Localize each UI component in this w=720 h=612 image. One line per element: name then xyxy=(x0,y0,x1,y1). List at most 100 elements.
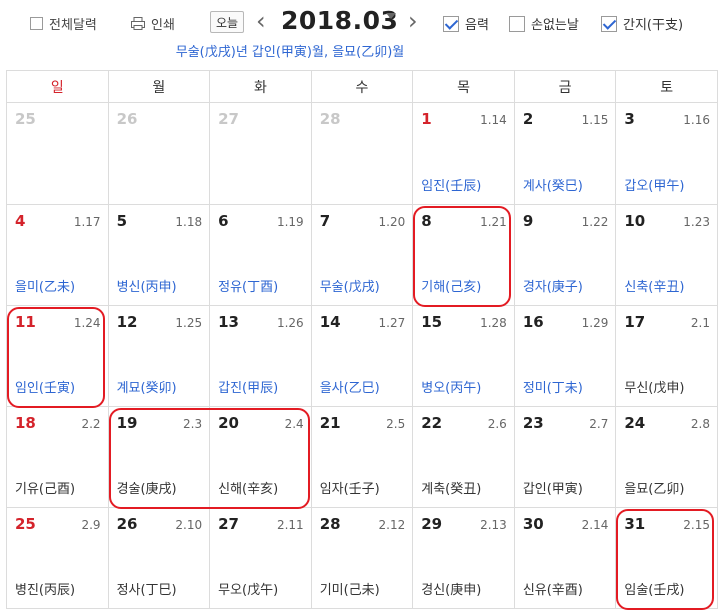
lunar-checkbox[interactable] xyxy=(443,15,459,32)
day-cell[interactable]: 5 1.18 병신(丙申) xyxy=(107,204,211,306)
day-cell[interactable]: 27 xyxy=(209,102,312,205)
day-cell[interactable]: 19 2.3 경술(庚戌) xyxy=(107,406,310,509)
day-number: 10 xyxy=(624,212,646,230)
lunar-date: 2.6 xyxy=(487,417,507,431)
print-label: 인쇄 xyxy=(151,18,175,33)
calendar-toolbar: 전체달력 인쇄 오늘 ‹ 2018.03 › 음력 손없는날 간지(干支) 무술… xyxy=(0,0,720,70)
ganji-day-label: 계축(癸丑) xyxy=(421,482,482,497)
day-number: 25 xyxy=(15,110,36,128)
day-number: 15 xyxy=(421,313,443,331)
no-loss-day-label: 손없는날 xyxy=(531,18,579,33)
lunar-date: 2.1 xyxy=(690,316,710,330)
day-cell[interactable]: 3 1.16 갑오(甲午) xyxy=(615,102,718,205)
day-cell[interactable]: 9 1.22 경자(庚子) xyxy=(513,204,617,306)
prev-month-icon[interactable]: ‹ xyxy=(256,9,266,33)
day-number: 24 xyxy=(624,414,646,432)
ganji-day-label: 병신(丙申) xyxy=(116,280,177,295)
day-number: 4 xyxy=(15,212,26,230)
ganji-day-label: 경술(庚戌) xyxy=(116,482,177,497)
day-cell[interactable]: 27 2.11 무오(戊午) xyxy=(209,507,312,609)
lunar-date: 1.27 xyxy=(378,316,406,330)
day-number: 20 xyxy=(218,414,239,432)
day-number: 1 xyxy=(421,110,432,128)
full-calendar-toggle[interactable]: 전체달력 xyxy=(30,14,97,33)
day-cell[interactable]: 22 2.6 계축(癸丑) xyxy=(412,406,515,508)
day-cell[interactable]: 11 1.24 임인(壬寅) xyxy=(6,305,109,408)
day-cell[interactable]: 28 2.12 기미(己未) xyxy=(310,507,414,609)
lunar-date: 1.29 xyxy=(581,316,609,330)
day-cell[interactable]: 21 2.5 임자(壬子) xyxy=(310,406,414,508)
lunar-date: 1.23 xyxy=(683,215,710,229)
lunar-label: 음력 xyxy=(465,18,489,33)
lunar-date: 1.24 xyxy=(73,316,101,330)
next-month-icon[interactable]: › xyxy=(408,9,418,33)
month-dropdown-icon[interactable] xyxy=(386,13,396,19)
day-number: 26 xyxy=(116,515,138,533)
day-cell[interactable]: 20 2.4 신해(辛亥) xyxy=(209,406,312,508)
day-cell[interactable]: 6 1.19 정유(丁酉) xyxy=(209,204,312,306)
full-calendar-checkbox[interactable] xyxy=(30,17,43,30)
ganji-day-label: 정미(丁未) xyxy=(522,381,583,396)
ganji-day-label: 신유(辛酉) xyxy=(522,583,583,598)
day-cell[interactable]: 4 1.17 을미(乙未) xyxy=(6,204,109,306)
day-cell[interactable]: 8 1.21 기해(己亥) xyxy=(412,204,515,307)
day-cell[interactable]: 13 1.26 갑진(甲辰) xyxy=(209,305,312,407)
day-number: 16 xyxy=(522,313,544,331)
ganji-checkbox[interactable] xyxy=(601,15,617,32)
day-cell[interactable]: 18 2.2 기유(己酉) xyxy=(6,406,109,508)
week-row: 25 2.9 병진(丙辰) 26 2.10 정사(丁巳) 27 2.11 무오(戊午) 28 2.1… xyxy=(6,507,718,610)
lunar-date: 1.16 xyxy=(683,113,710,127)
day-cell[interactable]: 17 2.1 무신(戊申) xyxy=(615,305,718,407)
lunar-date: 1.15 xyxy=(581,113,609,127)
lunar-date: 1.17 xyxy=(73,215,101,229)
weekday-header: 금 xyxy=(513,70,617,103)
ganji-day-label: 계묘(癸卯) xyxy=(116,381,177,396)
today-button[interactable]: 오늘 xyxy=(210,11,244,33)
day-number: 26 xyxy=(116,110,138,128)
print-button[interactable]: 인쇄 xyxy=(131,14,175,33)
lunar-date: 2.4 xyxy=(284,417,304,431)
lunar-date: 1.26 xyxy=(276,316,304,330)
ganji-day-label: 계사(癸巳) xyxy=(522,179,583,194)
day-cell[interactable]: 7 1.20 무술(戊戌) xyxy=(310,204,414,306)
ganji-day-label: 신해(辛亥) xyxy=(218,482,279,497)
ganji-summary-text: 무술(戊戌)년 갑인(甲寅)월, 을묘(乙卯)월 xyxy=(175,45,405,60)
day-number: 31 xyxy=(624,515,646,533)
day-cell[interactable]: 16 1.29 정미(丁未) xyxy=(513,305,617,407)
day-cell[interactable]: 25 2.9 병진(丙辰) xyxy=(6,507,109,609)
day-number: 18 xyxy=(15,414,36,432)
day-cell[interactable]: 29 2.13 경신(庚申) xyxy=(412,507,515,609)
day-cell[interactable]: 26 2.10 정사(丁巳) xyxy=(107,507,211,609)
day-cell[interactable]: 14 1.27 을사(乙巳) xyxy=(310,305,414,407)
lunar-option[interactable]: 음력 xyxy=(443,14,489,33)
day-cell[interactable]: 28 xyxy=(310,102,414,205)
lunar-date: 2.14 xyxy=(581,518,609,532)
ganji-option[interactable]: 간지(干支) xyxy=(601,14,683,33)
weekday-header-row: 일 월 화 수 목 금 토 xyxy=(6,70,718,103)
day-cell[interactable]: 25 xyxy=(6,102,109,205)
day-cell[interactable]: 1 1.14 임진(壬辰) xyxy=(412,102,515,205)
day-number: 30 xyxy=(522,515,544,533)
day-cell[interactable]: 10 1.23 신축(辛丑) xyxy=(615,204,718,306)
no-loss-day-option[interactable]: 손없는날 xyxy=(509,14,579,33)
month-title[interactable]: 2018.03 xyxy=(281,6,398,35)
day-number: 3 xyxy=(624,110,635,128)
no-loss-day-checkbox[interactable] xyxy=(509,15,525,32)
weekday-header: 토 xyxy=(615,70,718,103)
day-number: 28 xyxy=(319,110,341,128)
day-number: 27 xyxy=(218,515,239,533)
week-row: 25 26 27 28 1 1.14 임진(壬辰) 2 1.15 계사(癸巳) 3 1.16 갑오(甲午… xyxy=(6,102,718,205)
day-cell[interactable]: 15 1.28 병오(丙午) xyxy=(412,305,515,407)
day-number: 17 xyxy=(624,313,646,331)
ganji-day-label: 경자(庚子) xyxy=(522,280,583,295)
day-cell[interactable]: 24 2.8 을묘(乙卯) xyxy=(615,406,718,508)
day-number: 7 xyxy=(319,212,331,230)
day-cell[interactable]: 31 2.15 임술(壬戌) xyxy=(615,507,718,610)
day-cell[interactable]: 26 xyxy=(107,102,211,205)
day-cell[interactable]: 12 1.25 계묘(癸卯) xyxy=(107,305,211,407)
day-cell[interactable]: 30 2.14 신유(辛酉) xyxy=(513,507,617,609)
day-cell[interactable]: 2 1.15 계사(癸巳) xyxy=(513,102,617,205)
day-cell[interactable]: 23 2.7 갑인(甲寅) xyxy=(513,406,617,508)
day-number: 23 xyxy=(522,414,544,432)
lunar-date: 2.2 xyxy=(81,417,101,431)
